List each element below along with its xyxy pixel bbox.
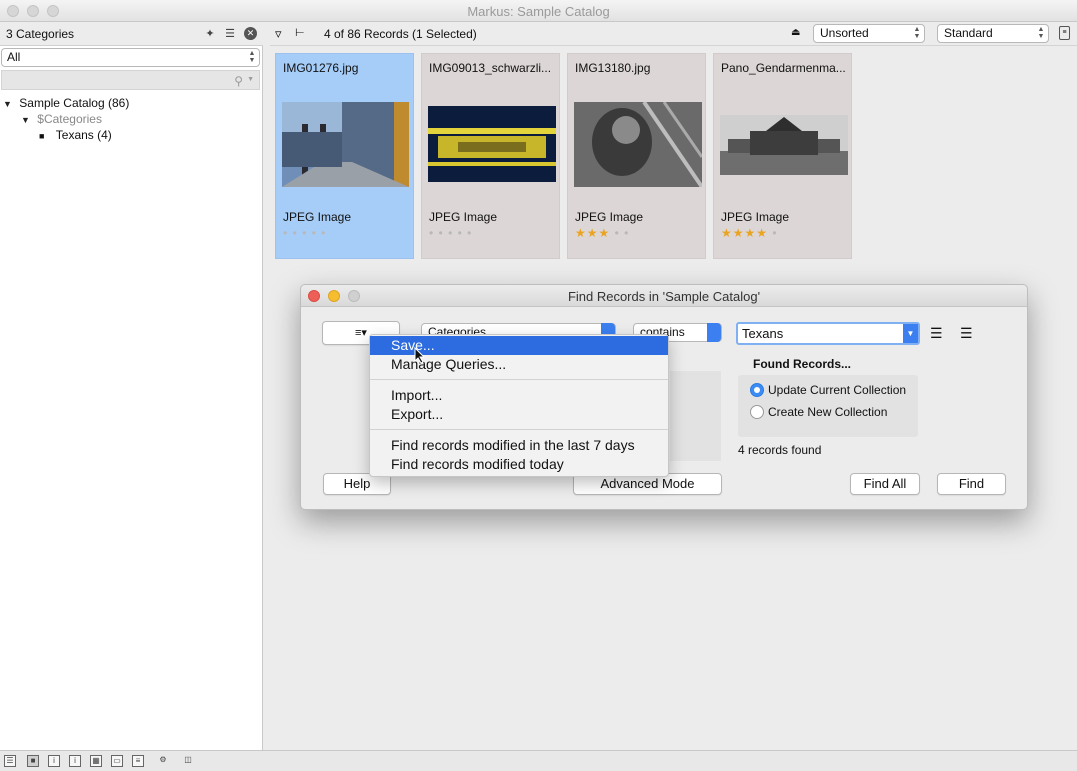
dialog-title-bar: Find Records in 'Sample Catalog' (301, 285, 1027, 307)
category-filter-select[interactable]: All ▲ ▼ (1, 48, 260, 67)
menu-item-today[interactable]: Find records modified today (370, 455, 668, 474)
updown-arrows-icon: ▲ ▼ (1037, 26, 1045, 40)
chevron-down-icon[interactable]: ▼ (903, 324, 918, 343)
record-thumbnail[interactable]: IMG13180.jpg JPEG Image ★★★ • • (567, 53, 706, 259)
menu-separator (370, 379, 668, 380)
found-records-options: Update Current Collection Create New Col… (738, 375, 918, 437)
remove-criterion-icon[interactable]: ☰ (960, 325, 973, 342)
add-criterion-icon[interactable]: ☰ (930, 325, 943, 342)
mouse-cursor-icon (414, 347, 426, 364)
tools-icon[interactable]: ⚙ (157, 755, 169, 767)
thumbnail-image (720, 115, 848, 175)
records-count-label: 4 of 86 Records (1 Selected) (324, 27, 477, 41)
menu-item-last-7-days[interactable]: Find records modified in the last 7 days (370, 436, 668, 455)
thumbnail-image (282, 102, 409, 187)
window-title: Markus: Sample Catalog (467, 4, 610, 19)
thumbnail-image (428, 106, 556, 182)
view-mode-icon[interactable]: ■ (27, 755, 39, 767)
grid-view-icon[interactable]: ▦ (90, 755, 102, 767)
search-icon: ⚲ (234, 74, 243, 88)
record-thumbnail[interactable]: IMG09013_schwarzli... JPEG Image • • • •… (421, 53, 560, 259)
menu-item-export[interactable]: Export... (370, 405, 668, 424)
bullet-icon: ■ (39, 131, 45, 141)
find-all-button[interactable]: Find All (850, 473, 920, 495)
layout-icon[interactable]: ◫ (182, 755, 194, 767)
found-records-heading: Found Records... (753, 357, 852, 371)
tree-item-texans[interactable]: ■ Texans (4) (39, 128, 112, 142)
disclosure-triangle-icon[interactable]: ▼ (21, 115, 30, 125)
rating-stars[interactable]: • • • • • (429, 226, 472, 240)
update-collection-radio[interactable] (750, 383, 764, 397)
dialog-title: Find Records in 'Sample Catalog' (567, 289, 761, 304)
disclosure-triangle-icon[interactable]: ▼ (3, 99, 12, 109)
updown-arrows-icon: ▲ ▼ (248, 50, 256, 64)
add-category-icon[interactable]: ✦ (203, 27, 217, 41)
chevron-down-icon[interactable]: ▼ (247, 76, 254, 83)
category-filter-value: All (7, 50, 21, 64)
sort-direction-icon[interactable]: ⏏ (791, 27, 800, 38)
categories-count: 3 Categories (6, 27, 75, 41)
categories-panel: 3 Categories ✦ ☰ ✕ All ▲ ▼ ⚲ ▼ ▼ Sample C… (0, 22, 263, 750)
info-icon[interactable]: i (69, 755, 81, 767)
view-mode-icon[interactable]: ☰ (4, 755, 16, 767)
find-button[interactable]: Find (937, 473, 1006, 495)
clear-icon[interactable]: ✕ (244, 27, 257, 40)
criteria-list-box (670, 371, 721, 461)
records-toolbar: ▿ ⊢ 4 of 86 Records (1 Selected) ⏏ Unsor… (270, 22, 1077, 46)
updown-arrows-icon (707, 323, 721, 342)
record-thumbnail[interactable]: IMG01276.jpg JPEG Image • • • • • (275, 53, 414, 259)
menu-item-import[interactable]: Import... (370, 386, 668, 405)
info-icon[interactable]: i (48, 755, 60, 767)
sort-select[interactable]: Unsorted ▲ ▼ (813, 24, 925, 43)
rating-stars[interactable]: • • • • • (283, 226, 326, 240)
filter-icon[interactable]: ▿ (275, 26, 282, 42)
columns-icon[interactable]: ≡ (132, 755, 144, 767)
view-select[interactable]: Standard ▲ ▼ (937, 24, 1049, 43)
thumbnail-image (574, 102, 702, 187)
hierarchy-icon[interactable]: ⊢ (295, 26, 305, 39)
window-title-bar: Markus: Sample Catalog (0, 0, 1077, 22)
menu-separator (370, 429, 668, 430)
category-search-input[interactable]: ⚲ ▼ (1, 70, 260, 90)
list-options-icon[interactable]: ☰ (223, 27, 237, 41)
preview-icon[interactable]: ▭ (111, 755, 123, 767)
status-bar: ☰ ■ i i ▦ ▭ ≡ ⚙ ◫ (0, 750, 1077, 771)
list-menu-icon: ≡▾ (355, 327, 367, 339)
result-count: 4 records found (738, 443, 822, 457)
updown-arrows-icon: ▲ ▼ (913, 26, 921, 40)
tree-item-categories[interactable]: ▼ $Categories (21, 112, 102, 126)
rating-stars[interactable]: ★★★★ • (721, 226, 778, 240)
info-panel-icon[interactable]: ≡ (1059, 26, 1070, 40)
categories-header: 3 Categories ✦ ☰ ✕ (0, 22, 263, 46)
record-thumbnail[interactable]: Pano_Gendarmenma... JPEG Image ★★★★ • (713, 53, 852, 259)
rating-stars[interactable]: ★★★ • • (575, 226, 629, 240)
create-collection-radio[interactable] (750, 405, 764, 419)
search-value-combo[interactable]: Texans ▼ (736, 322, 920, 345)
tree-item-catalog[interactable]: ▼ Sample Catalog (86) (3, 96, 129, 110)
